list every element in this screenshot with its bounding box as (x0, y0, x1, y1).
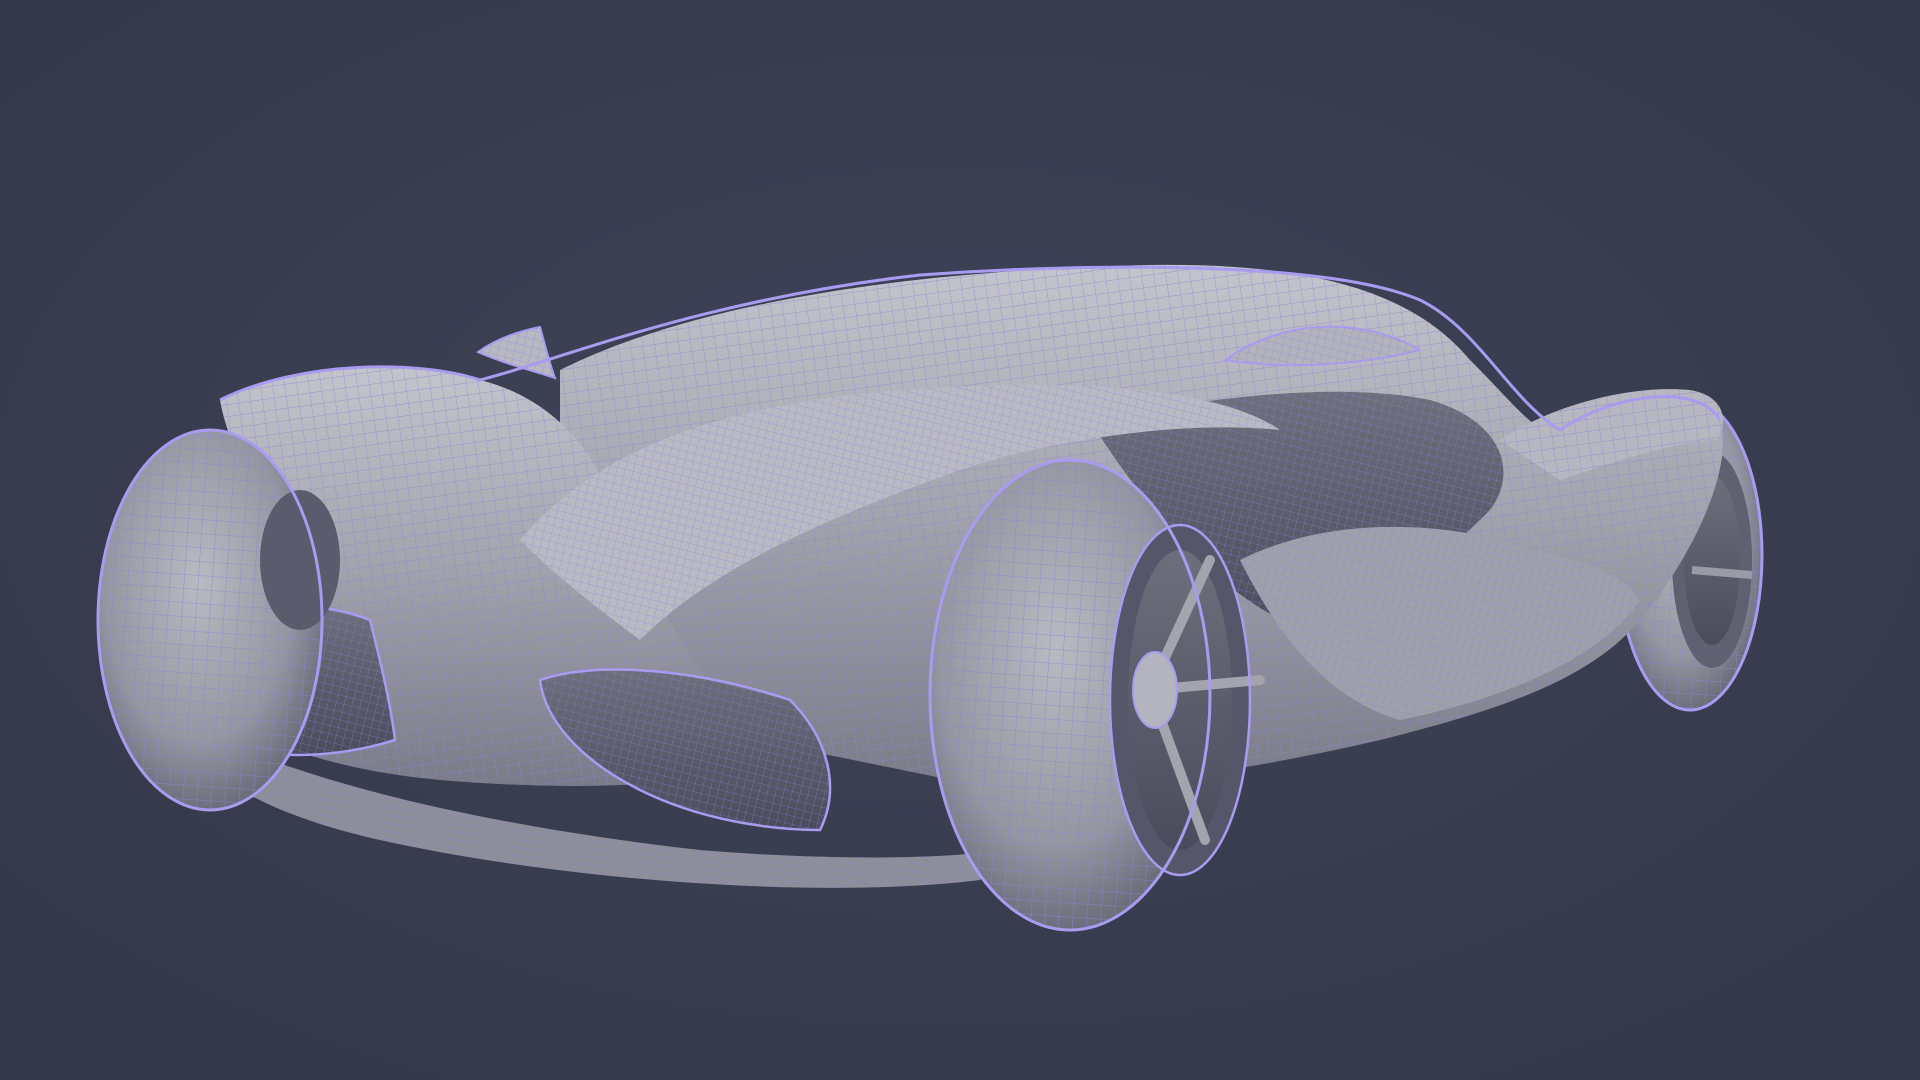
3d-viewport[interactable] (0, 0, 1920, 1080)
viewport-canvas[interactable] (0, 0, 1920, 1080)
